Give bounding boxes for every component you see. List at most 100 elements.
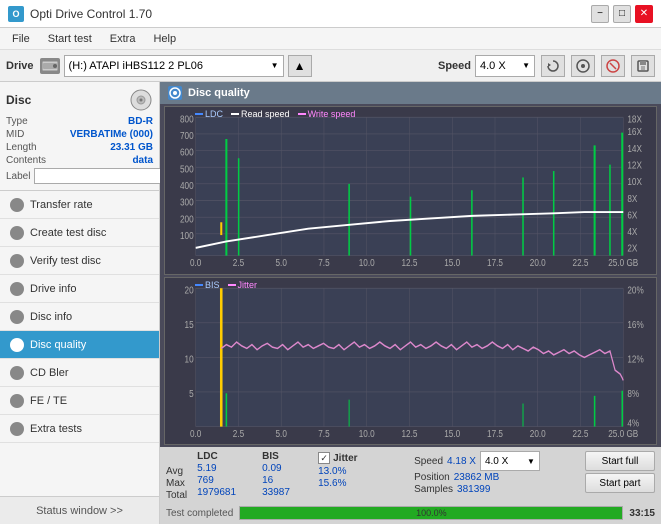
app-icon: O — [8, 6, 24, 22]
legend-ldc: LDC — [195, 109, 223, 119]
stats-col-labels: Avg Max Total — [166, 451, 187, 501]
svg-text:700: 700 — [180, 130, 194, 141]
sidebar-item-cd-bler[interactable]: CD Bler — [0, 359, 159, 387]
drive-dropdown[interactable]: (H:) ATAPI iHBS112 2 PL06 ▼ — [64, 55, 284, 77]
close-button[interactable]: ✕ — [635, 5, 653, 23]
menubar: File Start test Extra Help — [0, 28, 661, 50]
menu-file[interactable]: File — [4, 31, 38, 47]
sidebar: Disc Type BD-R MID VERBATIMe (000) Leng — [0, 82, 160, 524]
position-label: Position — [414, 472, 450, 483]
svg-text:10: 10 — [185, 353, 194, 364]
status-window-button[interactable]: Status window >> — [0, 496, 159, 524]
label-input[interactable] — [34, 168, 172, 184]
svg-text:22.5: 22.5 — [573, 257, 589, 268]
disc-panel-header: Disc — [6, 88, 153, 112]
sidebar-item-label-cd-bler: CD Bler — [30, 367, 69, 379]
speed-select[interactable]: 4.0 X ▼ — [480, 451, 540, 471]
titlebar: O Opti Drive Control 1.70 − □ ✕ — [0, 0, 661, 28]
chart1-svg: 800 700 600 500 400 300 200 100 18X 16X … — [165, 107, 656, 274]
speed-dropdown[interactable]: 4.0 X ▼ — [475, 55, 535, 77]
menu-help[interactable]: Help — [145, 31, 184, 47]
time-display: 33:15 — [629, 508, 655, 519]
sidebar-item-disc-quality[interactable]: Disc quality — [0, 331, 159, 359]
sidebar-item-label-extra-tests: Extra tests — [30, 423, 82, 435]
svg-text:2.5: 2.5 — [233, 257, 244, 268]
disc-contents-row: Contents data — [6, 155, 153, 166]
drive-toolbar: Drive (H:) ATAPI iHBS112 2 PL06 ▼ ▲ Spee… — [0, 50, 661, 82]
stats-col-speed: Speed 4.18 X 4.0 X ▼ Position 23862 MB S… — [414, 451, 540, 495]
disc-button[interactable] — [571, 55, 595, 77]
svg-text:300: 300 — [180, 197, 194, 208]
chart2-legend: BIS Jitter — [195, 280, 257, 290]
cd-bler-icon — [10, 366, 24, 380]
svg-text:8X: 8X — [627, 193, 637, 204]
sidebar-item-create-test-disc[interactable]: Create test disc — [0, 219, 159, 247]
start-full-button[interactable]: Start full — [585, 451, 655, 471]
menu-start-test[interactable]: Start test — [40, 31, 100, 47]
fe-te-icon — [10, 394, 24, 408]
sidebar-item-verify-test-disc[interactable]: Verify test disc — [0, 247, 159, 275]
sidebar-item-extra-tests[interactable]: Extra tests — [0, 415, 159, 443]
disc-type-row: Type BD-R — [6, 116, 153, 127]
maximize-button[interactable]: □ — [613, 5, 631, 23]
disc-mid-row: MID VERBATIMe (000) — [6, 129, 153, 140]
svg-text:20: 20 — [185, 284, 194, 295]
svg-text:5.0: 5.0 — [276, 257, 287, 268]
sidebar-item-drive-info[interactable]: Drive info — [0, 275, 159, 303]
menu-extra[interactable]: Extra — [102, 31, 144, 47]
window-controls: − □ ✕ — [591, 5, 653, 23]
svg-text:10.0: 10.0 — [359, 427, 375, 438]
drive-info-icon — [10, 282, 24, 296]
progress-row: Test completed 100.0% 33:15 — [166, 506, 655, 520]
stats-buttons: Start full Start part — [585, 451, 655, 493]
svg-text:0.0: 0.0 — [190, 257, 201, 268]
svg-text:0.0: 0.0 — [190, 427, 201, 438]
sidebar-item-disc-info[interactable]: Disc info — [0, 303, 159, 331]
avg-ldc: 5.19 — [197, 463, 252, 474]
disc-info-icon — [10, 310, 24, 324]
svg-text:22.5: 22.5 — [573, 427, 589, 438]
max-label: Max — [166, 478, 187, 489]
speed-label: Speed — [438, 60, 471, 72]
drive-icon — [40, 58, 60, 74]
samples-label: Samples — [414, 484, 453, 495]
svg-text:18X: 18X — [627, 114, 642, 125]
sidebar-item-label-disc-info: Disc info — [30, 311, 72, 323]
speed-row: Speed 4.18 X 4.0 X ▼ — [414, 451, 540, 471]
minimize-button[interactable]: − — [591, 5, 609, 23]
sidebar-item-label-disc-quality: Disc quality — [30, 339, 86, 351]
verify-test-disc-icon — [10, 254, 24, 268]
start-part-button[interactable]: Start part — [585, 473, 655, 493]
sidebar-item-label-verify-test-disc: Verify test disc — [30, 255, 101, 267]
stats-col-jitter: ✓ Jitter 13.0% 15.6% — [318, 451, 398, 504]
disc-quality-header: Disc quality — [160, 82, 661, 104]
svg-text:5.0: 5.0 — [276, 427, 287, 438]
svg-text:7.5: 7.5 — [318, 427, 329, 438]
disc-quality-title: Disc quality — [188, 87, 250, 99]
save-button[interactable] — [631, 55, 655, 77]
speed-area: Speed 4.0 X ▼ — [438, 55, 535, 77]
sidebar-item-fe-te[interactable]: FE / TE — [0, 387, 159, 415]
max-ldc: 769 — [197, 475, 252, 486]
erase-button[interactable] — [601, 55, 625, 77]
svg-text:25.0 GB: 25.0 GB — [608, 427, 638, 438]
stats-area: Avg Max Total LDC 5.19 769 1979681 BIS 0… — [160, 447, 661, 524]
jitter-checkbox[interactable]: ✓ — [318, 452, 330, 464]
sidebar-item-label-fe-te: FE / TE — [30, 395, 67, 407]
disc-label-row: Label ⚙ — [6, 168, 153, 184]
chart2: BIS Jitter — [164, 277, 657, 446]
legend-bis: BIS — [195, 280, 220, 290]
svg-text:15.0: 15.0 — [444, 427, 460, 438]
svg-text:16X: 16X — [627, 126, 642, 137]
svg-text:20%: 20% — [627, 284, 643, 295]
refresh-button[interactable] — [541, 55, 565, 77]
ldc-header: LDC — [197, 451, 252, 462]
eject-button[interactable]: ▲ — [288, 55, 312, 77]
speed-result: 4.18 X — [447, 456, 476, 467]
legend-read-speed: Read speed — [231, 109, 290, 119]
charts-container: LDC Read speed Write speed — [160, 104, 661, 447]
bis-header: BIS — [262, 451, 302, 462]
svg-text:14X: 14X — [627, 143, 642, 154]
sidebar-item-transfer-rate[interactable]: Transfer rate — [0, 191, 159, 219]
disc-section-icon — [129, 88, 153, 112]
